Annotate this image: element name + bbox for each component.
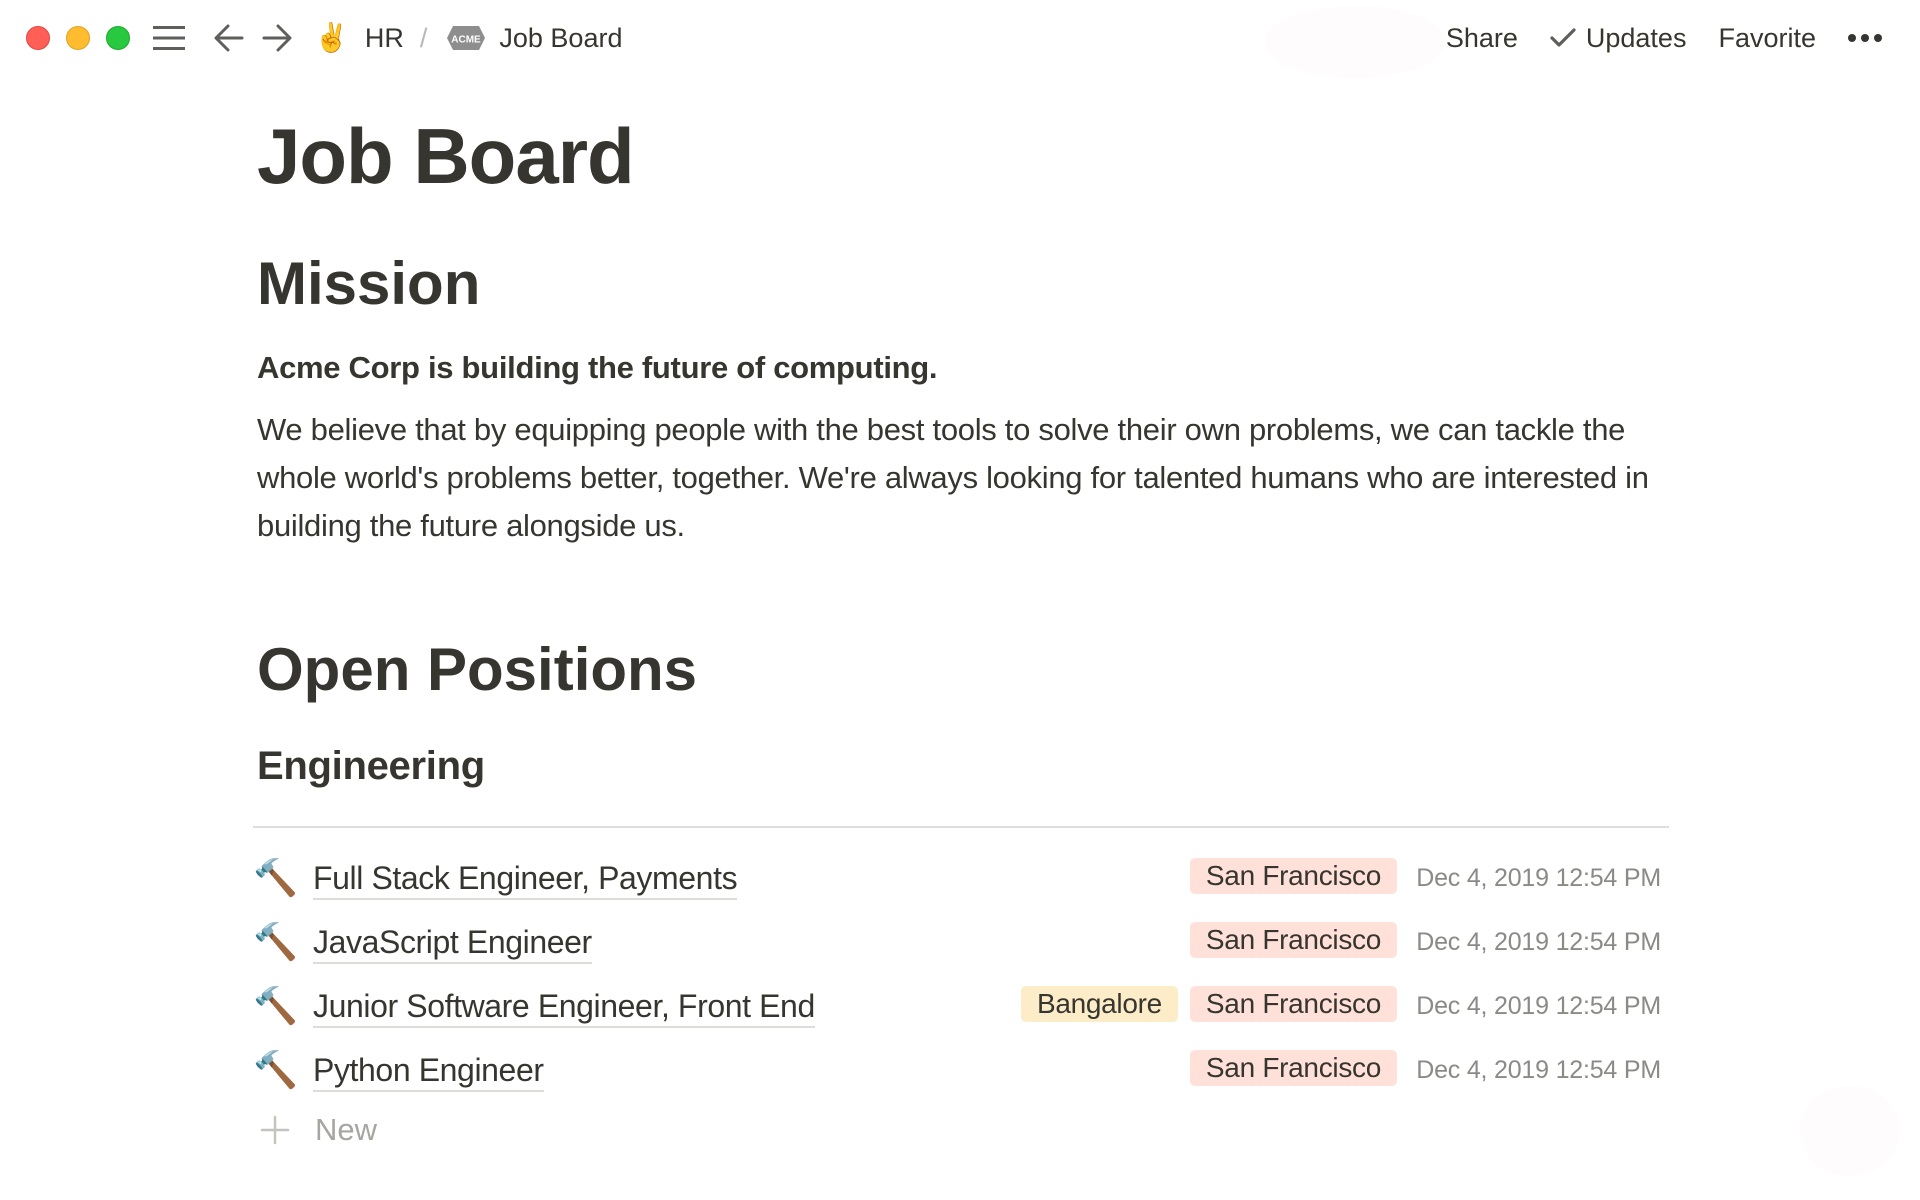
breadcrumb-label: Job Board [499,22,623,53]
window-minimize-button[interactable] [66,26,90,50]
list-item[interactable]: 🔨 Python Engineer San Francisco Dec 4, 2… [253,1038,1669,1102]
position-title[interactable]: JavaScript Engineer [313,922,592,964]
location-tags: San Francisco [1189,922,1397,958]
created-date: Dec 4, 2019 12:54 PM [1416,928,1661,956]
arrow-left-icon[interactable] [212,20,246,56]
top-actions: Share Updates Favorite [1446,18,1882,58]
created-date: Dec 4, 2019 12:54 PM [1416,992,1661,1020]
arrow-right-icon[interactable] [260,20,294,56]
created-date: Dec 4, 2019 12:54 PM [1416,1056,1661,1084]
location-tag: San Francisco [1189,986,1397,1022]
check-icon [1550,28,1576,47]
section-divider [253,826,1669,828]
page-title: Job Board [257,112,635,200]
list-item[interactable]: 🔨 Junior Software Engineer, Front End Ba… [253,974,1669,1038]
position-title[interactable]: Junior Software Engineer, Front End [313,986,815,1028]
breadcrumb-label: HR [364,22,404,53]
hamburger-icon[interactable] [152,20,186,56]
hammer-icon: 🔨 [253,857,298,898]
hammer-icon: 🔨 [253,921,298,962]
acme-logo-icon: ACME [447,26,486,50]
created-date: Dec 4, 2019 12:54 PM [1416,864,1661,892]
help-button-shadow [1800,1086,1900,1176]
mission-body: We believe that by equipping people with… [257,411,1649,543]
acme-logo-text: ACME [452,35,482,46]
more-horizontal-icon[interactable] [1848,34,1882,42]
open-positions-heading: Open Positions [257,635,698,703]
window-zoom-button[interactable] [106,26,130,50]
position-title[interactable]: Python Engineer [313,1050,544,1092]
breadcrumb-separator: / [419,22,428,53]
location-tags: San Francisco [1189,858,1397,894]
mission-lead: Acme Corp is building the future of comp… [257,349,938,385]
hammer-icon: 🔨 [253,1049,298,1090]
location-tags: San Francisco [1189,1050,1397,1086]
background-blur [1265,6,1445,78]
new-item-button[interactable]: New [253,1106,377,1154]
updates-label: Updates [1585,22,1687,53]
location-tag: San Francisco [1189,858,1397,894]
location-tag: Bangalore [1020,986,1178,1022]
positions-list: 🔨 Full Stack Engineer, Payments San Fran… [253,846,1669,1102]
favorite-label: Favorite [1718,22,1816,53]
breadcrumb-item-job-board[interactable]: ACME Job Board [447,23,622,54]
breadcrumb-item-hr[interactable]: ✌️ HR [314,23,404,54]
updates-button[interactable]: Updates [1550,22,1687,54]
share-button[interactable]: Share [1446,23,1518,54]
mission-heading: Mission [257,249,481,317]
plus-icon [260,1115,290,1145]
victory-hand-icon: ✌️ [314,22,349,53]
list-item[interactable]: 🔨 JavaScript Engineer San Francisco Dec … [253,910,1669,974]
location-tag: San Francisco [1189,922,1397,958]
location-tag: San Francisco [1189,1050,1397,1086]
top-bar: ✌️ HR / ACME Job Board Share Updates Fav… [0,0,1920,76]
engineering-heading: Engineering [257,743,485,788]
list-item[interactable]: 🔨 Full Stack Engineer, Payments San Fran… [253,846,1669,910]
location-tags: Bangalore San Francisco [1020,986,1397,1022]
hammer-icon: 🔨 [253,985,298,1026]
favorite-button[interactable]: Favorite [1718,23,1816,54]
window-close-button[interactable] [26,26,50,50]
position-title[interactable]: Full Stack Engineer, Payments [313,858,738,900]
new-label: New [315,1112,378,1147]
breadcrumb: ✌️ HR / ACME Job Board [314,18,622,58]
page-content: Job Board Mission Acme Corp is building … [257,100,1667,790]
share-label: Share [1445,22,1518,53]
